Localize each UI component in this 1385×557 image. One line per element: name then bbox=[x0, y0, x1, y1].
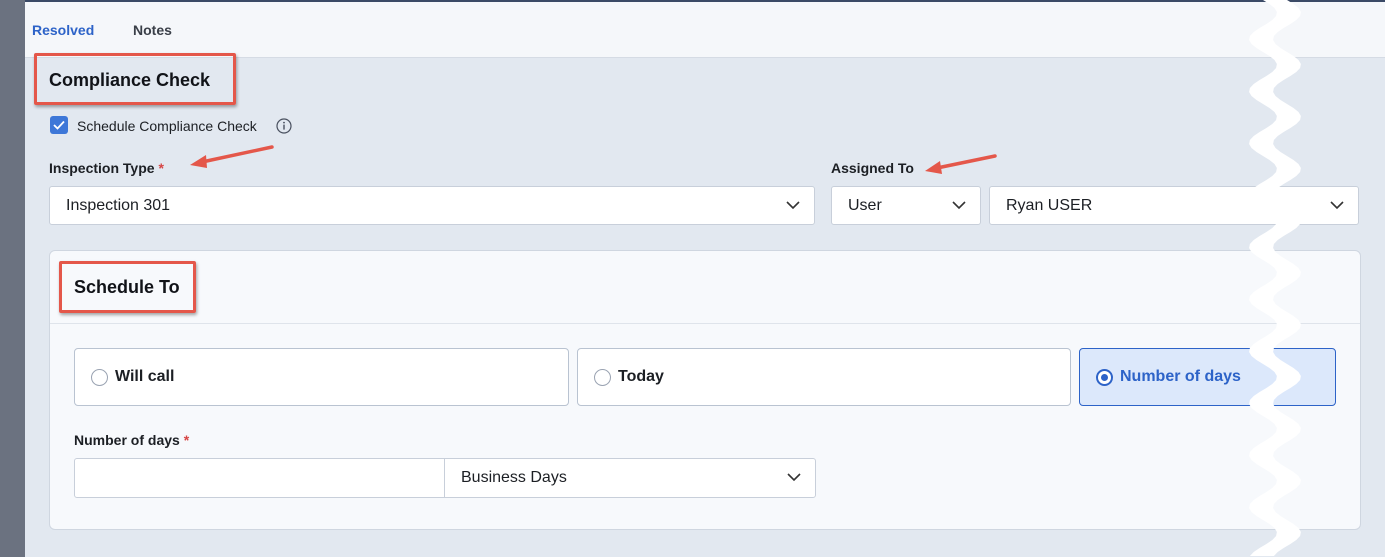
radio-today-label: Today bbox=[618, 368, 664, 385]
assigned-kind-select[interactable]: User bbox=[831, 186, 981, 225]
annotation-arrow-inspection-type bbox=[190, 145, 274, 168]
radio-will-call-label: Will call bbox=[115, 368, 175, 385]
left-rail bbox=[0, 0, 25, 557]
torn-edge-overlay bbox=[1249, 0, 1301, 556]
radio-circle-number-of-days bbox=[1096, 369, 1113, 386]
radio-selected-dot bbox=[1101, 374, 1108, 381]
card-divider bbox=[50, 323, 1360, 324]
assigned-user-value: Ryan USER bbox=[1006, 196, 1093, 214]
days-unit-value: Business Days bbox=[461, 469, 567, 486]
number-of-days-label-text: Number of days bbox=[74, 432, 180, 448]
number-of-days-input[interactable] bbox=[74, 458, 445, 498]
info-icon[interactable] bbox=[276, 118, 292, 134]
inspection-type-select[interactable]: Inspection 301 bbox=[49, 186, 815, 225]
tab-resolved-label: Resolved bbox=[32, 22, 95, 38]
schedule-compliance-label: Schedule Compliance Check bbox=[77, 118, 257, 134]
section-title-compliance-check: Compliance Check bbox=[49, 70, 211, 90]
inspection-type-value: Inspection 301 bbox=[66, 196, 171, 214]
section-title-schedule-to: Schedule To bbox=[74, 277, 180, 297]
chevron-down-icon bbox=[787, 473, 801, 482]
chevron-down-icon bbox=[1330, 201, 1344, 210]
required-marker: * bbox=[183, 432, 190, 448]
radio-today[interactable]: Today bbox=[577, 348, 1071, 406]
tab-notes-label: Notes bbox=[133, 22, 172, 38]
inspection-type-label: Inspection Type * bbox=[49, 160, 164, 176]
assigned-to-label: Assigned To bbox=[831, 160, 914, 176]
annotation-arrow-assigned-to bbox=[925, 154, 997, 174]
chevron-down-icon bbox=[952, 201, 966, 210]
days-unit-select[interactable]: Business Days bbox=[444, 458, 816, 498]
inspection-type-label-text: Inspection Type bbox=[49, 160, 155, 176]
tab-notes[interactable]: Notes bbox=[133, 2, 172, 58]
check-icon bbox=[53, 120, 65, 130]
radio-circle-will-call bbox=[91, 369, 108, 386]
number-of-days-label: Number of days * bbox=[74, 432, 189, 448]
radio-number-of-days-label: Number of days bbox=[1120, 368, 1241, 385]
tab-bar: Resolved Notes bbox=[25, 2, 1385, 58]
schedule-compliance-checkbox[interactable] bbox=[50, 116, 68, 134]
assigned-kind-value: User bbox=[848, 196, 882, 214]
radio-circle-today bbox=[594, 369, 611, 386]
radio-will-call[interactable]: Will call bbox=[74, 348, 569, 406]
tab-resolved[interactable]: Resolved bbox=[32, 2, 94, 58]
required-marker: * bbox=[158, 160, 164, 176]
chevron-down-icon bbox=[786, 201, 800, 210]
